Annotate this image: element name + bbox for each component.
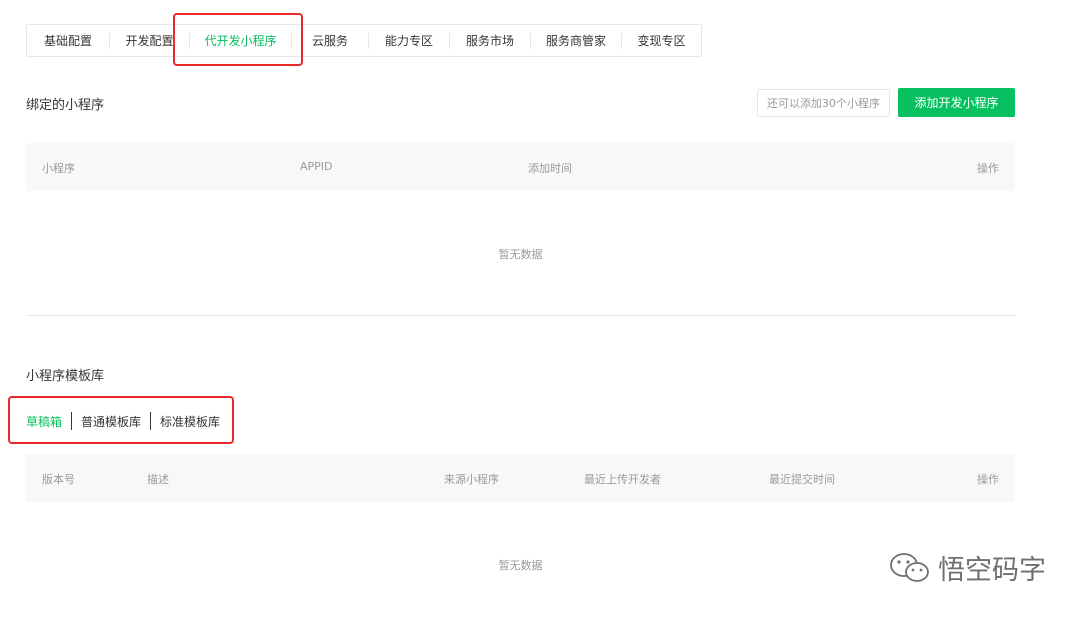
column-header: 描述 xyxy=(147,473,169,486)
wechat-icon xyxy=(890,552,929,582)
subtab-normal-templates[interactable]: 普通模板库 xyxy=(81,413,141,430)
bound-section-title: 绑定的小程序 xyxy=(26,98,105,113)
column-header: 操作 xyxy=(977,473,999,486)
bound-empty-text: 暂无数据 xyxy=(498,248,543,261)
column-header: 来源小程序 xyxy=(444,473,499,486)
tab-capabilities[interactable]: 能力专区 xyxy=(369,24,449,57)
column-header: 操作 xyxy=(977,162,999,175)
template-empty-text: 暂无数据 xyxy=(498,559,543,572)
bound-table-header: 小程序 APPID 添加时间 操作 xyxy=(26,143,1015,191)
watermark-text: 悟空码字 xyxy=(938,555,1046,586)
add-miniprogram-button[interactable]: 添加开发小程序 xyxy=(898,88,1015,117)
subtab-standard-templates[interactable]: 标准模板库 xyxy=(160,413,220,430)
column-header: 最近上传开发者 xyxy=(584,473,661,486)
section-divider xyxy=(26,315,1015,316)
subtab-divider xyxy=(150,412,152,430)
column-header: 添加时间 xyxy=(528,162,572,175)
subtab-divider xyxy=(71,412,73,430)
tab-basic-config[interactable]: 基础配置 xyxy=(27,24,109,57)
column-header: APPID xyxy=(300,160,333,173)
column-header: 最近提交时间 xyxy=(769,473,835,486)
column-header: 小程序 xyxy=(42,162,75,175)
subtab-drafts[interactable]: 草稿箱 xyxy=(26,413,62,430)
tab-cloud-service[interactable]: 云服务 xyxy=(292,24,368,57)
highlight-box-tab xyxy=(173,13,303,66)
column-header: 版本号 xyxy=(42,473,75,486)
quota-text: 还可以添加30个小程序 xyxy=(757,89,890,117)
tab-service-market[interactable]: 服务市场 xyxy=(450,24,530,57)
top-tab-bar: 基础配置 开发配置 代开发小程序 云服务 能力专区 服务市场 服务商管家 变现专… xyxy=(26,24,702,57)
templates-section-title: 小程序模板库 xyxy=(26,369,105,384)
tab-monetization[interactable]: 变现专区 xyxy=(622,24,701,57)
watermark: 悟空码字 xyxy=(888,548,1046,587)
tab-provider-manager[interactable]: 服务商管家 xyxy=(531,24,621,57)
template-table-header: 版本号 描述 来源小程序 最近上传开发者 最近提交时间 操作 xyxy=(26,454,1015,502)
template-subtabs: 草稿箱 普通模板库 标准模板库 xyxy=(26,411,220,431)
